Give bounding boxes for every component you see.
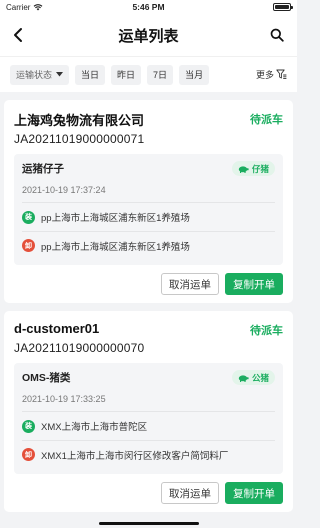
order-number: JA20211019000000070 [14, 341, 145, 355]
transport-status-dropdown[interactable]: 运输状态 [10, 64, 70, 85]
company-name: 上海鸡兔物流有限公司 [14, 113, 145, 128]
filter-today[interactable]: 当日 [75, 64, 106, 85]
unload-badge: 卸 [22, 448, 35, 461]
load-address-row: 装 XMX上海市上海市普陀区 [22, 412, 275, 440]
cancel-waybill-button[interactable]: 取消运单 [161, 482, 219, 504]
load-address: XMX上海市上海市普陀区 [41, 422, 148, 433]
load-address-row: 装 pp上海市上海城区浦东新区1养殖场 [22, 203, 275, 231]
pig-icon [238, 165, 249, 173]
order-number: JA20211019000000071 [14, 132, 145, 146]
filter-icon [276, 69, 287, 80]
unload-address-row: 卸 pp上海市上海城区浦东新区1养殖场 [22, 231, 275, 259]
load-badge: 装 [22, 210, 35, 224]
page-title: 运单列表 [118, 27, 179, 45]
order-datetime: 2021-10-19 17:33:25 [22, 394, 275, 412]
nav-bar: 运单列表 [0, 14, 297, 56]
filter-yesterday[interactable]: 昨日 [111, 64, 142, 85]
cargo-tag-label: 仔猪 [251, 163, 269, 174]
unload-address-row: 卸 XMX1上海市上海市闵行区修改客户简饲料厂 [22, 440, 275, 468]
waybill-list: 上海鸡兔物流有限公司 待派车 JA20211019000000071 运猪仔子 … [0, 100, 297, 512]
filter-7-days[interactable]: 7日 [147, 64, 174, 85]
unload-badge: 卸 [22, 239, 35, 252]
status-bar: Carrier 5:46 PM [0, 0, 297, 14]
cancel-waybill-button[interactable]: 取消运单 [161, 273, 219, 295]
filter-bar: 运输状态 当日 昨日 7日 当月 更多 [0, 56, 297, 92]
filter-this-month[interactable]: 当月 [179, 64, 210, 85]
cargo-name: 运猪仔子 [22, 163, 64, 175]
cargo-details: 运猪仔子 仔猪 2021-10-19 17:37:24 装 pp上海市上海城区浦… [14, 154, 283, 265]
caret-down-icon [56, 72, 64, 77]
status-badge: 待派车 [250, 114, 283, 126]
chevron-left-icon [14, 28, 22, 42]
unload-address: pp上海市上海城区浦东新区1养殖场 [41, 241, 190, 253]
load-badge: 装 [22, 419, 35, 433]
cargo-tag: 公猪 [231, 370, 275, 385]
clock: 5:46 PM [132, 2, 165, 12]
cargo-tag-label: 公猪 [251, 372, 269, 383]
transport-status-label: 运输状态 [16, 70, 53, 80]
cargo-name: OMS-猪类 [22, 372, 71, 384]
cargo-details: OMS-猪类 公猪 2021-10-19 17:33:25 装 XMX上海市上海… [14, 363, 283, 474]
copy-order-button[interactable]: 复制开单 [225, 273, 283, 295]
load-address: pp上海市上海城区浦东新区1养殖场 [41, 213, 190, 224]
unload-address: XMX1上海市上海市闵行区修改客户简饲料厂 [41, 450, 229, 462]
pig-icon [238, 374, 249, 382]
search-icon [270, 28, 284, 42]
more-filters-button[interactable]: 更多 [256, 68, 287, 81]
waybill-card[interactable]: d-customer01 待派车 JA20211019000000070 OMS… [4, 311, 293, 512]
company-name: d-customer01 [14, 321, 100, 336]
home-indicator [98, 522, 199, 525]
cargo-tag: 仔猪 [231, 161, 275, 176]
copy-order-button[interactable]: 复制开单 [225, 482, 283, 504]
waybill-card[interactable]: 上海鸡兔物流有限公司 待派车 JA20211019000000071 运猪仔子 … [4, 100, 293, 303]
battery-icon [273, 3, 293, 11]
status-badge: 待派车 [250, 325, 283, 337]
order-datetime: 2021-10-19 17:37:24 [22, 185, 275, 203]
more-filters-label: 更多 [255, 70, 274, 80]
search-button[interactable] [267, 25, 287, 45]
back-button[interactable] [8, 25, 28, 45]
